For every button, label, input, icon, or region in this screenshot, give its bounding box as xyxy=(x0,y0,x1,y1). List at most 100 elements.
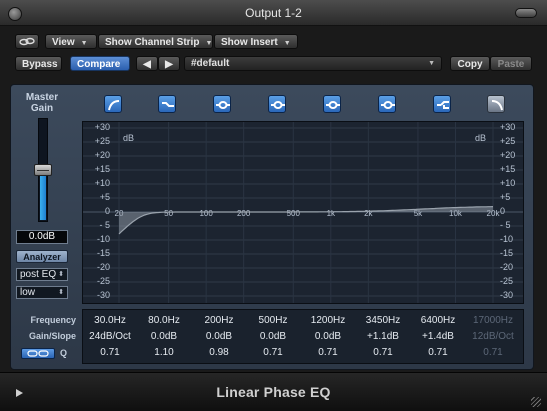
chevron-down-icon: ▼ xyxy=(205,40,213,47)
db-tick-label: -10 xyxy=(96,234,110,244)
low-shelf-icon xyxy=(162,102,174,107)
band-button-parametric-2[interactable] xyxy=(268,95,286,113)
view-menu[interactable]: View ▼ xyxy=(45,34,97,49)
band-frequency[interactable]: 1200Hz xyxy=(300,315,356,326)
band-gain[interactable]: 0.0dB xyxy=(136,331,192,342)
db-tick-label: -25 xyxy=(500,276,514,286)
freq-tick-label: 100 xyxy=(199,209,213,218)
band-gain[interactable]: 24dB/Oct xyxy=(82,331,138,342)
master-gain-fader-handle[interactable] xyxy=(34,164,52,176)
master-gain-level xyxy=(40,169,46,220)
band-button-high-cut[interactable] xyxy=(487,95,505,113)
band-q[interactable]: 0.71 xyxy=(245,347,301,358)
resize-handle[interactable] xyxy=(531,397,541,407)
show-insert-menu[interactable]: Show Insert ▼ xyxy=(214,34,298,49)
db-tick-label: 0 xyxy=(104,206,110,216)
paste-button[interactable]: Paste xyxy=(490,56,532,71)
bell-icon xyxy=(381,101,395,109)
link-button[interactable] xyxy=(15,34,39,49)
band-q[interactable]: 0.71 xyxy=(82,347,138,358)
band-gain[interactable]: +1.4dB xyxy=(410,331,466,342)
band-gain[interactable]: +1.1dB xyxy=(355,331,411,342)
db-tick-label: -10 xyxy=(500,234,514,244)
band-q[interactable]: 0.98 xyxy=(191,347,247,358)
bypass-button[interactable]: Bypass xyxy=(15,56,62,71)
freq-tick-label: 1k xyxy=(327,209,336,218)
link-icon xyxy=(27,350,49,357)
eq-graph[interactable]: 20501002005001k2k5k10k20kdBdB xyxy=(82,121,524,304)
db-tick-label: +30 xyxy=(500,122,516,132)
band-frequency[interactable]: 30.0Hz xyxy=(82,315,138,326)
db-tick-label: - 5 xyxy=(99,220,110,230)
db-unit-right: dB xyxy=(475,133,486,143)
band-frequency[interactable]: 500Hz xyxy=(245,315,301,326)
db-tick-label: +15 xyxy=(500,164,516,174)
band-q[interactable]: 0.71 xyxy=(300,347,356,358)
freq-tick-label: 500 xyxy=(287,209,301,218)
link-icon xyxy=(19,37,35,46)
previous-preset-button[interactable]: ◀ xyxy=(136,56,158,71)
db-tick-label: -30 xyxy=(96,290,110,300)
resolution-select[interactable]: low ⬍ xyxy=(16,286,68,299)
chevron-down-icon: ▼ xyxy=(80,40,88,47)
analyzer-button[interactable]: Analyzer xyxy=(16,250,68,263)
band-q[interactable]: 0.71 xyxy=(410,347,466,358)
db-tick-label: +25 xyxy=(94,136,110,146)
band-q[interactable]: 0.71 xyxy=(355,347,411,358)
window-title: Output 1-2 xyxy=(245,6,302,20)
left-arrow-icon: ◀ xyxy=(143,59,151,70)
eq-curve-fill xyxy=(119,206,493,234)
band-frequency[interactable]: 17000Hz xyxy=(465,315,521,326)
updown-arrow-icon: ⬍ xyxy=(58,271,64,278)
band-button-parametric-3[interactable] xyxy=(323,95,341,113)
band-button-parametric-1[interactable] xyxy=(213,95,231,113)
chevron-down-icon: ▼ xyxy=(428,60,435,67)
db-tick-label: +15 xyxy=(94,164,110,174)
freq-tick-label: 200 xyxy=(237,209,251,218)
bell-icon xyxy=(271,101,285,109)
next-preset-button[interactable]: ▶ xyxy=(158,56,180,71)
bell-icon xyxy=(216,101,230,109)
band-frequency[interactable]: 80.0Hz xyxy=(136,315,192,326)
db-tick-label: -15 xyxy=(96,248,110,258)
band-gain[interactable]: 0.0dB xyxy=(191,331,247,342)
freq-tick-label: 50 xyxy=(164,209,173,218)
band-gain[interactable]: 0.0dB xyxy=(300,331,356,342)
plugin-name: Linear Phase EQ xyxy=(216,384,331,400)
updown-arrow-icon: ⬍ xyxy=(58,289,64,296)
db-tick-label: +20 xyxy=(94,150,110,160)
band-button-low-shelf[interactable] xyxy=(158,95,176,113)
band-q[interactable]: 0.71 xyxy=(465,347,521,358)
high-shelf-icon xyxy=(437,101,449,109)
band-frequency[interactable]: 6400Hz xyxy=(410,315,466,326)
low-cut-icon xyxy=(108,100,120,111)
band-frequency[interactable]: 3450Hz xyxy=(355,315,411,326)
copy-button[interactable]: Copy xyxy=(450,56,490,71)
db-tick-label: +10 xyxy=(94,178,110,188)
bell-icon xyxy=(326,101,340,109)
band-button-parametric-4[interactable] xyxy=(378,95,396,113)
db-tick-label: -30 xyxy=(500,290,514,300)
band-gain[interactable]: 12dB/Oct xyxy=(465,331,521,342)
gain-slope-row-label: Gain/Slope xyxy=(28,331,76,341)
analyzer-mode-select[interactable]: post EQ ⬍ xyxy=(16,268,68,281)
band-gain[interactable]: 0.0dB xyxy=(245,331,301,342)
preset-menu[interactable]: #default ▼ xyxy=(184,56,442,71)
db-tick-label: -20 xyxy=(96,262,110,272)
compare-button[interactable]: Compare xyxy=(70,56,130,71)
db-tick-label: +10 xyxy=(500,178,516,188)
db-tick-label: -25 xyxy=(96,276,110,286)
chevron-down-icon: ▼ xyxy=(283,40,291,47)
frequency-row-label: Frequency xyxy=(30,315,76,325)
band-frequency[interactable]: 200Hz xyxy=(191,315,247,326)
high-cut-icon xyxy=(491,100,503,111)
master-gain-value[interactable]: 0.0dB xyxy=(16,230,68,244)
q-couple-button[interactable] xyxy=(21,348,55,359)
band-button-low-cut[interactable] xyxy=(104,95,122,113)
eq-curve-plot: 20501002005001k2k5k10k20kdBdB xyxy=(83,122,523,303)
db-tick-label: +30 xyxy=(94,122,110,132)
show-channel-strip-menu[interactable]: Show Channel Strip ▼ xyxy=(98,34,213,49)
band-q[interactable]: 1.10 xyxy=(136,347,192,358)
band-button-high-shelf[interactable] xyxy=(433,95,451,113)
toolbar-toggle-button[interactable] xyxy=(515,8,537,18)
